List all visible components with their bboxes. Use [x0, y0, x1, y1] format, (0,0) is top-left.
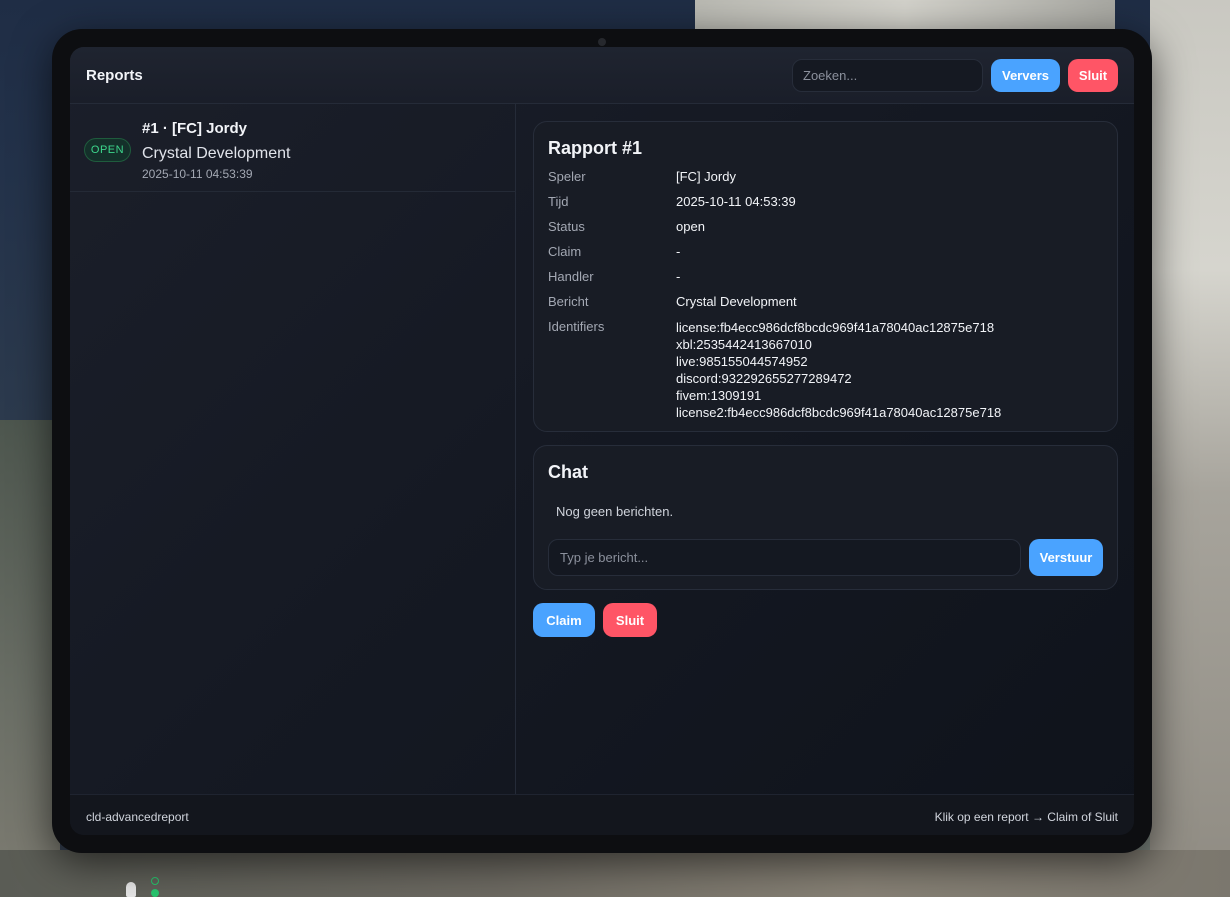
identifier-item: fivem:1309191	[676, 388, 762, 403]
report-list: OPEN #1 · [FC] Jordy Crystal Development…	[70, 104, 516, 794]
info-label: Speler	[548, 169, 586, 184]
report-item-message: Crystal Development	[142, 145, 291, 162]
panel-header: Reports Ververs Sluit	[70, 47, 1134, 104]
identifier-list: license:fb4ecc986dcf8bcdc969f41a78040ac1…	[676, 319, 1001, 421]
background-wall	[1150, 0, 1230, 897]
info-label: Bericht	[548, 294, 589, 309]
footer-resource-name: cld-advancedreport	[86, 810, 189, 824]
claim-button[interactable]: Claim	[533, 603, 595, 637]
info-label: Identifiers	[548, 319, 605, 334]
status-badge: OPEN	[84, 138, 131, 162]
chat-empty-text: Nog geen berichten.	[556, 504, 674, 519]
chat-title: Chat	[548, 462, 588, 482]
camera-icon	[598, 38, 606, 46]
refresh-button[interactable]: Ververs	[991, 59, 1060, 92]
info-value: -	[676, 244, 681, 259]
voice-range-icon	[151, 877, 159, 885]
send-message-button[interactable]: Verstuur	[1029, 539, 1103, 576]
info-value: 2025-10-11 04:53:39	[676, 194, 796, 209]
report-list-item[interactable]: OPEN #1 · [FC] Jordy Crystal Development…	[70, 104, 516, 192]
chat-card: Chat Nog geen berichten. Verstuur	[533, 445, 1118, 590]
info-value: open	[676, 219, 705, 234]
info-value: [FC] Jordy	[676, 169, 736, 184]
report-panel: Reports Ververs Sluit OPEN #1 · [FC] Jor…	[70, 47, 1134, 835]
identifier-item: xbl:2535442413667010	[676, 337, 812, 352]
panel-footer: cld-advancedreport Klik op een report → …	[70, 794, 1134, 835]
page-title: Reports	[86, 67, 143, 84]
info-label: Handler	[548, 269, 594, 284]
close-report-button[interactable]: Sluit	[603, 603, 657, 637]
identifier-item: license:fb4ecc986dcf8bcdc969f41a78040ac1…	[676, 320, 995, 335]
identifier-item: discord:932292655277289472	[676, 371, 852, 386]
background-floor-left	[0, 420, 60, 897]
background-floor	[0, 850, 1230, 897]
footer-hint: Klik op een report → Claim of Sluit	[934, 810, 1118, 824]
search-input[interactable]	[792, 59, 983, 92]
report-item-title: #1 · [FC] Jordy	[142, 120, 248, 137]
info-label: Tijd	[548, 194, 569, 209]
microphone-icon	[126, 882, 136, 897]
info-label: Claim	[548, 244, 582, 259]
report-detail-title: Rapport #1	[548, 138, 643, 158]
voice-active-icon	[151, 889, 159, 897]
report-detail-card: Rapport #1 Speler [FC] Jordy Tijd 2025-1…	[533, 121, 1118, 432]
info-value: -	[676, 269, 681, 284]
close-panel-button[interactable]: Sluit	[1068, 59, 1118, 92]
identifier-item: live:985155044574952	[676, 354, 808, 369]
chat-message-input[interactable]	[548, 539, 1021, 576]
identifier-item: license2:fb4ecc986dcf8bcdc969f41a78040ac…	[676, 405, 1002, 420]
info-value: Crystal Development	[676, 294, 797, 309]
report-item-time: 2025-10-11 04:53:39	[142, 167, 253, 181]
tablet-frame: Reports Ververs Sluit OPEN #1 · [FC] Jor…	[52, 29, 1152, 853]
info-label: Status	[548, 219, 585, 234]
